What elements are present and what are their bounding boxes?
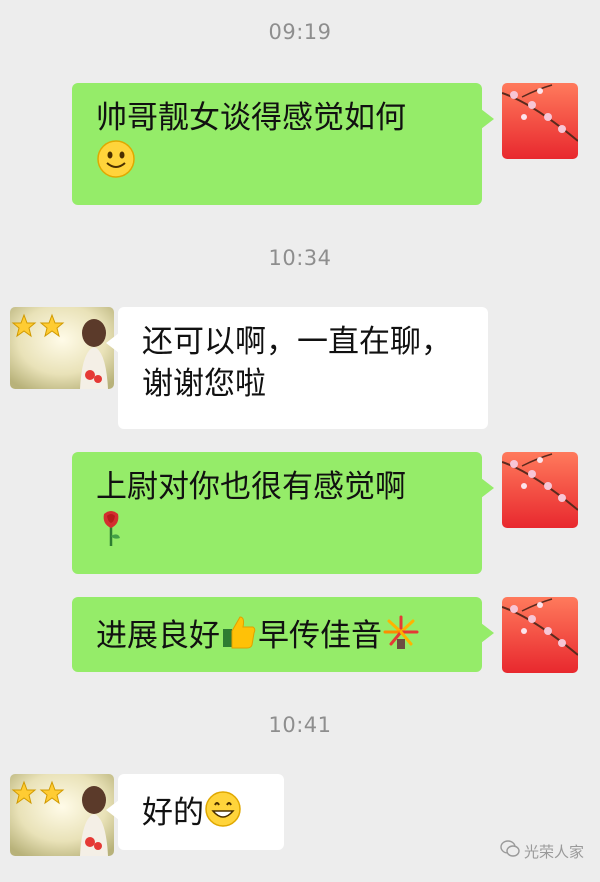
grin-emoji-icon	[204, 790, 242, 839]
girl-with-stars-icon	[10, 307, 114, 389]
message-bubble-incoming[interactable]: 好的	[106, 774, 284, 850]
contact-avatar[interactable]	[10, 774, 114, 856]
wechat-icon	[500, 840, 520, 862]
thumbs-up-icon	[220, 613, 258, 662]
message-text: 好的	[142, 795, 204, 831]
watermark: 光荣人家	[500, 840, 584, 862]
plum-blossom-icon	[502, 597, 578, 673]
plum-blossom-icon	[502, 83, 578, 159]
my-avatar[interactable]	[502, 452, 578, 528]
message-bubble-incoming[interactable]: 还可以啊，一直在聊， 谢谢您啦	[106, 307, 488, 429]
girl-with-stars-icon	[10, 774, 114, 856]
message-text: 谢谢您啦	[142, 366, 266, 402]
message-text: 还可以啊，一直在聊，	[142, 324, 452, 360]
my-avatar[interactable]	[502, 83, 578, 159]
chat-window: 09:19 帅哥靓女谈得感觉如何 10:34 还可以啊，一直在聊， 谢谢您啦 上…	[0, 0, 600, 882]
fireworks-icon	[382, 613, 420, 662]
message-bubble-outgoing[interactable]: 进展良好 早传佳音	[72, 597, 494, 672]
watermark-text: 光荣人家	[523, 842, 584, 861]
timestamp: 09:19	[268, 20, 332, 44]
message-text: 上尉对你也很有感觉啊	[96, 469, 406, 505]
contact-avatar[interactable]	[10, 307, 114, 389]
smile-emoji-icon	[96, 139, 136, 190]
rose-emoji-icon	[96, 508, 126, 559]
message-text: 进展良好	[96, 618, 220, 654]
plum-blossom-icon	[502, 452, 578, 528]
my-avatar[interactable]	[502, 597, 578, 673]
message-text: 早传佳音	[258, 618, 382, 654]
message-bubble-outgoing[interactable]: 帅哥靓女谈得感觉如何	[72, 83, 494, 205]
timestamp: 10:41	[268, 713, 332, 737]
message-text: 帅哥靓女谈得感觉如何	[96, 100, 406, 136]
message-bubble-outgoing[interactable]: 上尉对你也很有感觉啊	[72, 452, 494, 574]
timestamp: 10:34	[268, 246, 332, 270]
